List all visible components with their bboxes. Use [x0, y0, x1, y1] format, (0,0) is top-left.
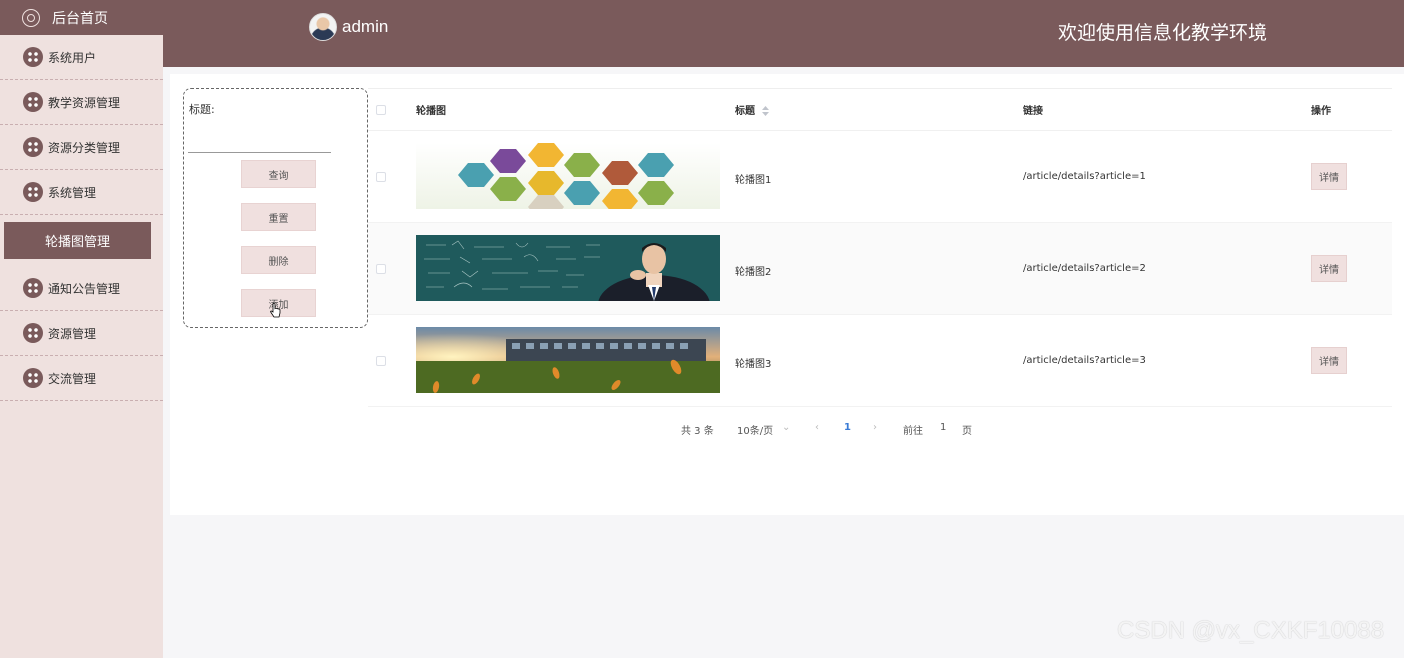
top-header: admin 欢迎使用信息化教学环境 [163, 0, 1404, 67]
pagination: 共 3 条 10条/页 ⌄ ‹ 1 › 前往 1 页 [170, 422, 1404, 438]
title-search-input[interactable] [188, 129, 331, 153]
detail-button[interactable]: 详情 [1311, 347, 1347, 374]
table-row: 轮播图1 /article/details?article=1 详情 [368, 131, 1392, 223]
reset-button[interactable]: 重置 [241, 203, 316, 231]
sidebar-item-label: 系统用户 [48, 50, 97, 65]
row-link: /article/details?article=3 [1023, 355, 1146, 366]
title-field-label: 标题: [189, 103, 215, 116]
welcome-title: 欢迎使用信息化教学环境 [1058, 22, 1268, 44]
table-row: 轮播图2 /article/details?article=2 详情 [368, 223, 1392, 315]
carousel-image-hexagon-banner [416, 143, 720, 209]
next-page-icon[interactable]: › [873, 422, 877, 433]
table-header: 轮播图 标题 链接 操作 [368, 89, 1392, 131]
row-title: 轮播图2 [735, 267, 772, 278]
sidebar-item-label: 资源分类管理 [48, 140, 121, 155]
sort-icon[interactable] [762, 106, 770, 116]
sidebar-item-exchange[interactable]: 交流管理 [0, 356, 163, 401]
sidebar-item-teaching-resources[interactable]: 教学资源管理 [0, 80, 163, 125]
prev-page-icon[interactable]: ‹ [815, 422, 819, 433]
detail-button[interactable]: 详情 [1311, 163, 1347, 190]
sidebar-item-carousel-active[interactable]: 轮播图管理 [4, 222, 151, 259]
delete-button[interactable]: 删除 [241, 246, 316, 274]
query-button[interactable]: 查询 [241, 160, 316, 188]
column-header-title-label: 标题 [735, 106, 755, 117]
grid-icon [23, 323, 43, 343]
sidebar-item-label: 交流管理 [48, 371, 97, 386]
username[interactable]: admin [342, 17, 388, 37]
main-panel: 标题: 查询 重置 删除 添加 轮播图 标题 链接 操作 轮播图1 /artic… [170, 74, 1404, 515]
row-checkbox[interactable] [376, 264, 386, 274]
search-form: 标题: 查询 重置 删除 添加 [183, 88, 368, 328]
sidebar-item-resource-categories[interactable]: 资源分类管理 [0, 125, 163, 170]
goto-prefix: 前往 [903, 426, 923, 437]
row-title: 轮播图1 [735, 175, 772, 186]
watermark: CSDN @vx_CXKF10088 [1117, 617, 1385, 644]
sidebar-item-system-users[interactable]: 系统用户 [0, 35, 163, 80]
sidebar-item-label: 通知公告管理 [48, 281, 121, 296]
row-link: /article/details?article=2 [1023, 263, 1146, 274]
goto-suffix: 页 [962, 426, 972, 437]
sidebar-home-label: 后台首页 [52, 10, 108, 27]
select-all-checkbox[interactable] [376, 105, 386, 115]
sidebar-item-system-management[interactable]: 系统管理 [0, 170, 163, 215]
sidebar-item-notices[interactable]: 通知公告管理 [0, 266, 163, 311]
home-icon [22, 8, 40, 27]
carousel-image-blackboard-man [416, 235, 720, 301]
grid-icon [23, 92, 43, 112]
row-checkbox[interactable] [376, 356, 386, 366]
grid-icon [23, 182, 43, 202]
sidebar: 后台首页 系统用户 教学资源管理 资源分类管理 系统管理 轮播图管理 通知公告管… [0, 0, 163, 658]
row-checkbox[interactable] [376, 172, 386, 182]
column-header-link: 链接 [1023, 106, 1043, 117]
hand-cursor-icon [270, 303, 281, 318]
chevron-down-icon[interactable]: ⌄ [782, 422, 790, 433]
grid-icon [23, 278, 43, 298]
sidebar-item-label: 系统管理 [48, 185, 97, 200]
current-page[interactable]: 1 [844, 422, 851, 433]
pagination-total: 共 3 条 [681, 426, 714, 437]
sidebar-active-label: 轮播图管理 [44, 235, 110, 250]
grid-icon [23, 137, 43, 157]
row-title: 轮播图3 [735, 359, 772, 370]
goto-page-input[interactable]: 1 [940, 422, 946, 433]
column-header-image: 轮播图 [416, 106, 446, 117]
carousel-image-campus-grass-sunset [416, 327, 720, 393]
detail-button[interactable]: 详情 [1311, 255, 1347, 282]
grid-icon [23, 368, 43, 388]
table-row: 轮播图3 /article/details?article=3 详情 [368, 315, 1392, 407]
carousel-table: 轮播图 标题 链接 操作 轮播图1 /article/details?artic… [368, 88, 1392, 407]
grid-icon [23, 47, 43, 67]
sidebar-item-label: 教学资源管理 [48, 95, 121, 110]
row-link: /article/details?article=1 [1023, 171, 1146, 182]
sidebar-item-label: 资源管理 [48, 326, 97, 341]
page-size-select[interactable]: 10条/页 [737, 422, 773, 437]
column-header-title[interactable]: 标题 [735, 102, 770, 117]
sidebar-home[interactable]: 后台首页 [0, 0, 163, 35]
sidebar-item-resources[interactable]: 资源管理 [0, 311, 163, 356]
avatar[interactable] [309, 13, 337, 41]
column-header-action: 操作 [1311, 106, 1331, 117]
